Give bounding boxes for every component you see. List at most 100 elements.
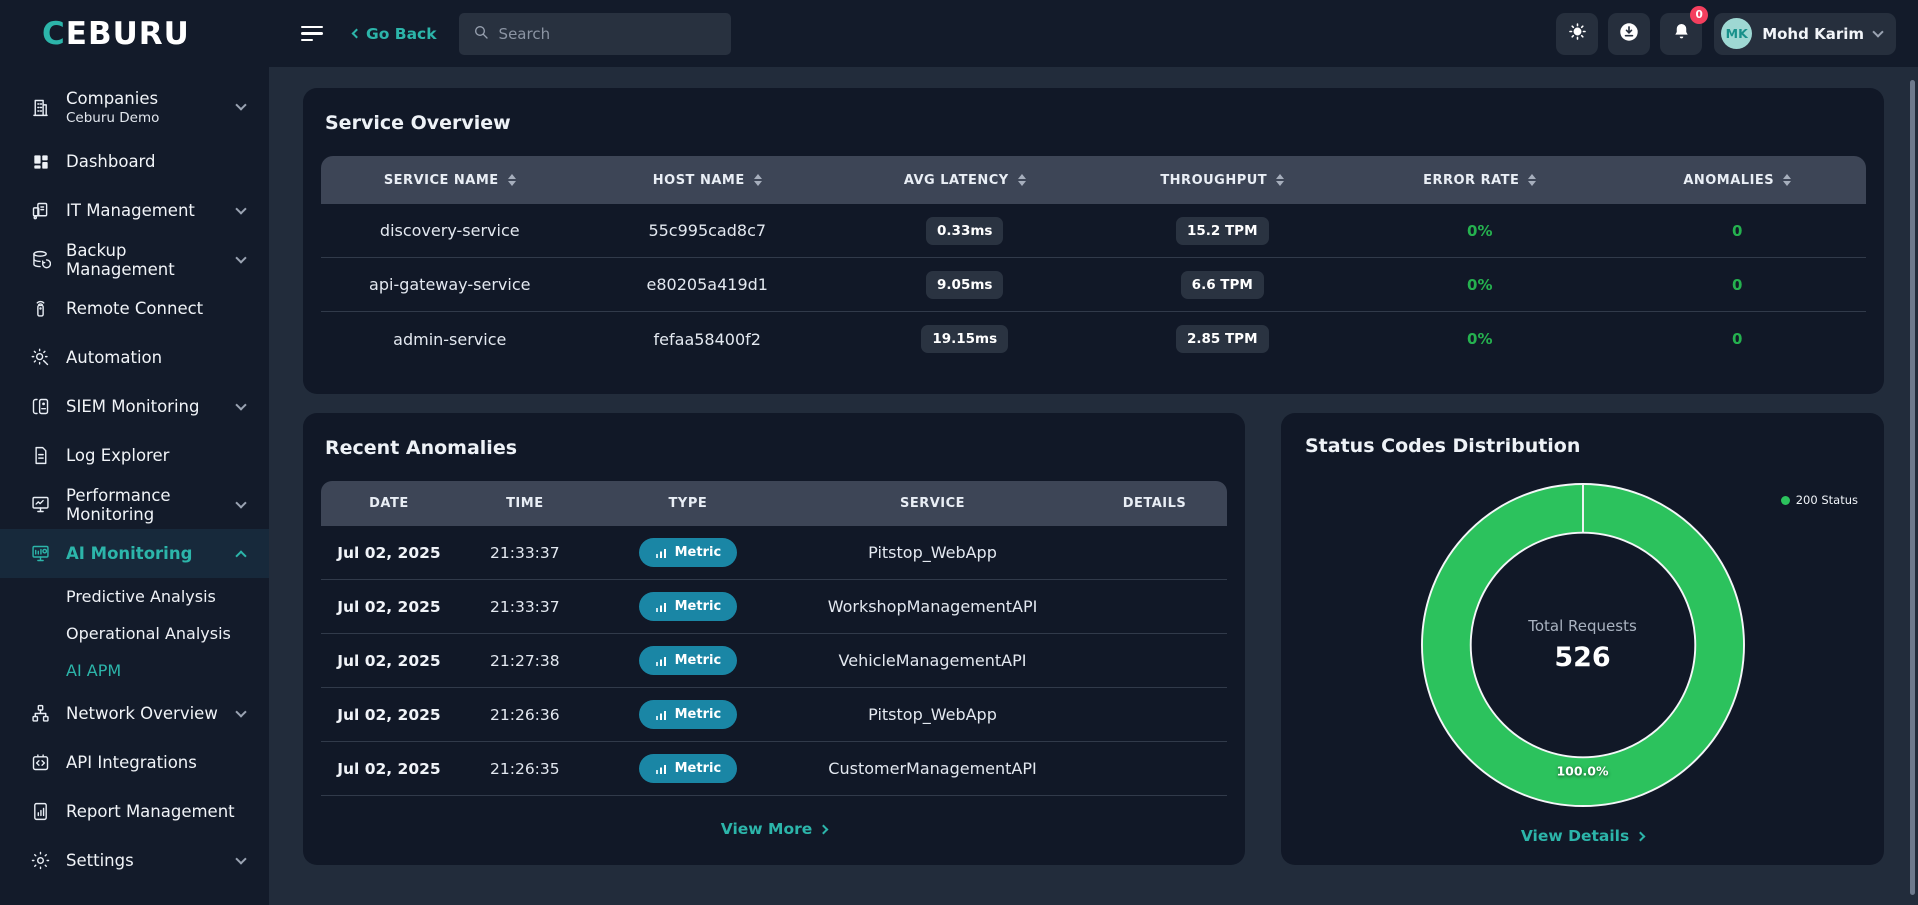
slice-percentage-label: 100.0% — [1556, 763, 1609, 779]
column-header-throughput[interactable]: THROUGHPUT — [1094, 173, 1352, 188]
column-header-date: DATE — [369, 496, 409, 511]
user-menu[interactable]: MK Mohd Karim — [1714, 12, 1896, 55]
bar-chart-icon — [655, 764, 666, 774]
top-header: Go Back 0 MK Mohd Karim — [269, 0, 1918, 67]
sort-icon[interactable] — [1017, 173, 1026, 187]
view-more-link[interactable]: View More — [321, 820, 1227, 838]
sidebar-item-ai-monitoring[interactable]: AI Monitoring — [0, 529, 269, 578]
column-header-anomalies[interactable]: ANOMALIES — [1609, 173, 1867, 188]
search-box[interactable] — [458, 12, 731, 55]
recent-anomalies-card: Recent Anomalies DATE TIME TYPE SERVICE … — [303, 413, 1245, 865]
sidebar-item-api-integrations[interactable]: API Integrations — [0, 738, 269, 787]
search-input[interactable] — [498, 24, 717, 43]
column-header-details: DETAILS — [1122, 496, 1187, 511]
date-cell: Jul 02, 2025 — [337, 651, 441, 670]
chevron-down-icon — [235, 705, 247, 718]
type-cell: Metric — [593, 592, 783, 621]
legend-item-200-status[interactable]: 200 Status — [1780, 493, 1858, 507]
sidebar-item-label: Log Explorer — [66, 446, 170, 465]
sidebar-item-it-management[interactable]: IT Management — [0, 186, 269, 235]
sort-icon[interactable] — [1783, 173, 1792, 187]
column-header-error-rate[interactable]: ERROR RATE — [1351, 173, 1609, 188]
sort-icon[interactable] — [507, 173, 516, 187]
menu-toggle-icon[interactable] — [301, 24, 327, 44]
sidebar-item-performance-monitoring[interactable]: Performance Monitoring — [0, 480, 269, 529]
sort-icon[interactable] — [1528, 173, 1537, 187]
sidebar-subitem-operational-analysis[interactable]: Operational Analysis — [0, 615, 269, 652]
logo-rest: EBURU — [65, 15, 190, 52]
sidebar-item-report-management[interactable]: Report Management — [0, 787, 269, 836]
chevron-left-icon — [351, 28, 362, 39]
bar-chart-icon — [655, 710, 666, 720]
throughput-badge: 15.2 TPM — [1175, 216, 1269, 245]
column-header-host-name[interactable]: HOST NAME — [579, 173, 837, 188]
notifications-button[interactable]: 0 — [1660, 5, 1709, 55]
sidebar-item-automation[interactable]: Automation — [0, 333, 269, 382]
column-header-type: TYPE — [668, 496, 708, 511]
it-management-icon — [30, 200, 51, 221]
anomaly-row: Jul 02, 2025 21:33:37 Metric Pitstop_Web… — [321, 526, 1227, 580]
latency-cell: 9.05ms — [836, 270, 1094, 299]
sort-icon[interactable] — [1276, 173, 1285, 187]
chevron-down-icon — [235, 398, 247, 411]
user-name: Mohd Karim — [1762, 24, 1864, 43]
date-cell: Jul 02, 2025 — [337, 543, 441, 562]
error-rate-cell: 0% — [1467, 330, 1493, 348]
chevron-down-icon — [235, 202, 247, 215]
sidebar-item-siem-monitoring[interactable]: SIEM Monitoring — [0, 382, 269, 431]
sidebar-item-settings[interactable]: Settings — [0, 836, 269, 885]
sidebar-subitem-predictive-analysis[interactable]: Predictive Analysis — [0, 578, 269, 615]
table-row: discovery-service 55c995cad8c7 0.33ms 15… — [321, 204, 1866, 258]
sidebar-item-companies[interactable]: Companies Ceburu Demo — [0, 77, 269, 137]
type-cell: Metric — [593, 538, 783, 567]
anomaly-row: Jul 02, 2025 21:26:36 Metric Pitstop_Web… — [321, 688, 1227, 742]
metric-type-badge: Metric — [638, 700, 738, 729]
error-rate-cell: 0% — [1467, 275, 1493, 294]
sidebar-item-label: SIEM Monitoring — [66, 397, 200, 416]
metric-type-badge: Metric — [638, 538, 738, 567]
service-name-cell: admin-service — [393, 329, 507, 349]
chevron-right-icon — [818, 824, 829, 834]
account-switch-button[interactable] — [1608, 12, 1651, 55]
siem-monitoring-icon — [30, 396, 51, 417]
service-cell: Pitstop_WebApp — [868, 705, 997, 724]
total-requests-value: 526 — [1554, 642, 1611, 673]
error-rate-cell: 0% — [1467, 221, 1493, 240]
bar-chart-icon — [655, 602, 666, 612]
time-cell: 21:26:35 — [490, 759, 560, 778]
sidebar-item-log-explorer[interactable]: Log Explorer — [0, 431, 269, 480]
column-header-service: SERVICE — [899, 496, 966, 511]
view-details-link[interactable]: View Details — [1521, 827, 1646, 845]
document-icon — [30, 445, 51, 466]
account-circle-download-icon — [1618, 21, 1640, 47]
sidebar-item-backup-management[interactable]: Backup Management — [0, 235, 269, 284]
sidebar-subitem-ai-apm[interactable]: AI APM — [0, 652, 269, 689]
sidebar-item-remote-connect[interactable]: Remote Connect — [0, 284, 269, 333]
ceburu-logo[interactable]: C EBURU — [0, 0, 269, 67]
anomalies-cell: 0 — [1732, 330, 1743, 348]
table-row: admin-service fefaa58400f2 19.15ms 2.85 … — [321, 312, 1866, 366]
service-cell: Pitstop_WebApp — [868, 543, 997, 562]
throughput-badge: 2.85 TPM — [1175, 325, 1269, 353]
go-back-link[interactable]: Go Back — [351, 25, 437, 43]
bar-chart-icon — [655, 548, 666, 558]
sort-icon[interactable] — [753, 173, 762, 187]
total-requests-label: Total Requests — [1528, 617, 1637, 635]
table-row: api-gateway-service e80205a419d1 9.05ms … — [321, 258, 1866, 312]
latency-cell: 19.15ms — [836, 325, 1094, 353]
status-codes-donut-chart: Total Requests 526 100.0% — [1411, 473, 1755, 817]
theme-toggle-button[interactable] — [1556, 12, 1599, 55]
settings-gear-icon — [30, 850, 51, 871]
time-cell: 21:26:36 — [490, 705, 560, 724]
sidebar-item-dashboard[interactable]: Dashboard — [0, 137, 269, 186]
date-cell: Jul 02, 2025 — [337, 759, 441, 778]
sidebar-item-network-overview[interactable]: Network Overview — [0, 689, 269, 738]
dashboard-icon — [30, 151, 51, 172]
column-header-avg-latency[interactable]: AVG LATENCY — [836, 173, 1094, 188]
sidebar-nav: Companies Ceburu Demo Dashboard IT Manage… — [0, 67, 269, 885]
latency-badge: 19.15ms — [921, 325, 1009, 353]
column-header-service-name[interactable]: SERVICE NAME — [321, 173, 579, 188]
vertical-scrollbar[interactable] — [1910, 80, 1915, 895]
anomaly-row: Jul 02, 2025 21:33:37 Metric WorkshopMan… — [321, 580, 1227, 634]
sidebar: C EBURU Companies Ceburu Demo Dashboard IT… — [0, 0, 269, 905]
